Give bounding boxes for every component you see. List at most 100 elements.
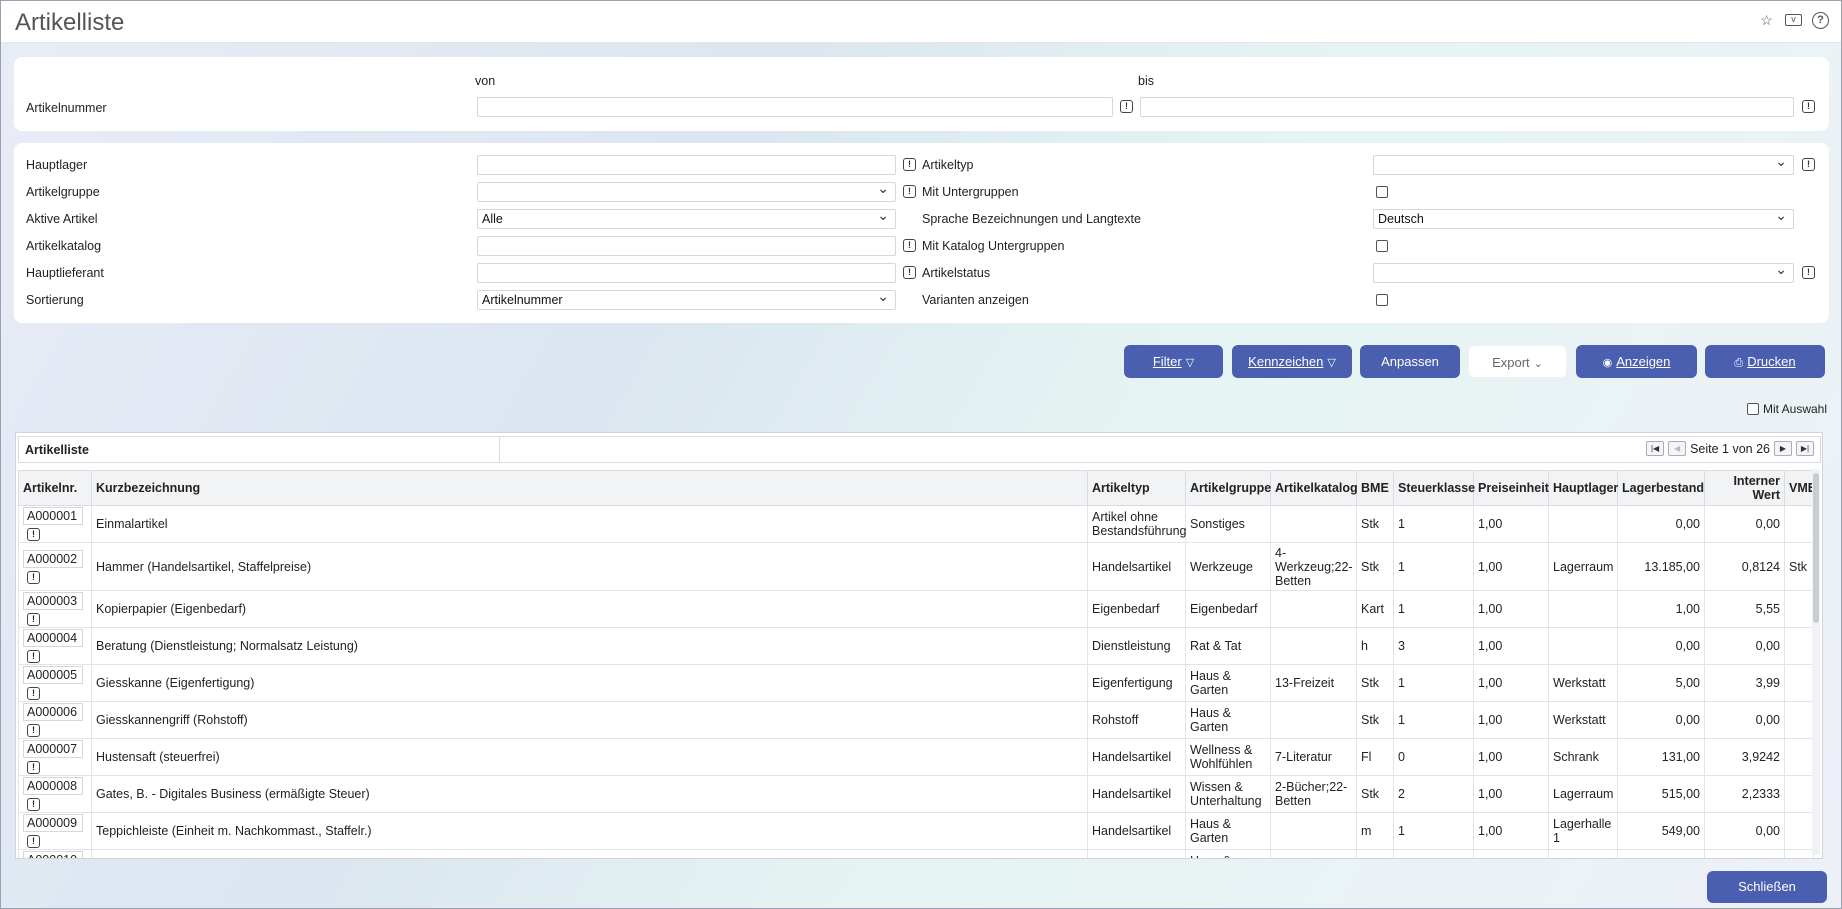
aktive-artikel-select[interactable]: Alle [477,207,896,229]
artikelnr-info-icon[interactable]: ! [27,528,40,541]
sprache-select[interactable]: Deutsch [1373,207,1794,229]
kennzeichen-button-label: Kennzeichen [1248,354,1324,369]
next-page-icon[interactable]: ▶ [1774,441,1792,456]
artikelgruppe-select[interactable] [477,180,896,202]
artikelnr-field[interactable]: A000006 [23,703,83,721]
cell-interner-wert: 0,00 [1704,505,1785,543]
last-page-icon[interactable]: ▶| [1796,441,1814,456]
artikelnr-field[interactable]: A000005 [23,666,83,684]
artikelnummer-bis-info-icon[interactable]: ! [1802,100,1815,113]
filter-button[interactable]: Filter ▽ [1124,345,1223,378]
table-row[interactable]: A000002! Hammer (Handelsartikel, Staffelp… [18,542,1814,591]
table-title: Artikelliste [25,443,89,457]
artikelstatus-info-icon[interactable]: ! [1802,266,1815,279]
col-vme[interactable]: VME [1784,470,1816,506]
pager: |◀ ◀ Seite 1 von 26 ▶ ▶| [1646,441,1814,456]
artikelkatalog-info-icon[interactable]: ! [903,239,916,252]
col-artikelkatalog[interactable]: Artikelkatalog [1270,470,1358,506]
artikelnr-info-icon[interactable]: ! [27,650,40,663]
cell-lagerbestand: 0,00 [1617,701,1705,739]
mit-katalog-untergruppen-checkbox[interactable] [1376,240,1388,252]
bis-label: bis [1138,74,1154,88]
table-row[interactable]: A000004! Beratung (Dienstleistung; Normal… [18,627,1814,665]
artikelnr-info-icon[interactable]: ! [27,761,40,774]
table-row[interactable]: A000001! Einmalartikel Artikel ohne Bestan… [18,505,1814,543]
artikelnummer-von-info-icon[interactable]: ! [1120,100,1133,113]
cell-artikelkatalog [1270,627,1357,665]
help-icon[interactable]: ? [1812,12,1829,29]
export-button[interactable]: Export ⌄ [1468,345,1567,378]
table-row[interactable]: A000010!Sperrholzplatte (Einheit zwei Na… [18,849,1814,858]
cell-vme [1784,664,1814,702]
drucken-button[interactable]: ⎙ Drucken [1705,345,1825,378]
aktive-artikel-label: Aktive Artikel [26,212,98,226]
mit-auswahl[interactable]: Mit Auswahl [1747,402,1827,416]
col-kurzbezeichnung[interactable]: Kurzbezeichnung [91,470,1088,506]
col-steuerklasse[interactable]: Steuerklasse [1393,470,1475,506]
col-interner-wert[interactable]: Interner Wert [1704,470,1785,506]
hauptlager-input[interactable] [477,155,896,175]
artikelnr-field[interactable]: A000010 [23,851,83,858]
artikeltyp-info-icon[interactable]: ! [1802,158,1815,171]
col-artikelnr[interactable]: Artikelnr. [18,470,92,506]
table-row[interactable]: A000009! Teppichleiste (Einheit m. Nachko… [18,812,1814,850]
kennzeichen-button[interactable]: Kennzeichen ▽ [1232,345,1352,378]
artikelnummer-bis-input[interactable] [1140,97,1794,117]
artikelnr-info-icon[interactable]: ! [27,613,40,626]
cell-artikelkatalog [1270,590,1357,628]
artikelnr-info-icon[interactable]: ! [27,835,40,848]
sortierung-select[interactable]: Artikelnummer [477,288,896,310]
export-button-label: Export [1492,355,1530,370]
mit-untergruppen-checkbox[interactable] [1376,186,1388,198]
artikelnr-field[interactable]: A000003 [23,592,83,610]
table-row[interactable]: A000003! Kopierpapier (Eigenbedarf) Eigenb… [18,590,1814,628]
artikelnr-field[interactable]: A000001 [23,507,83,525]
artikelgruppe-info-icon[interactable]: ! [903,185,916,198]
cell-artikelgruppe: Haus & Garten [1185,701,1271,739]
artikelnummer-von-input[interactable] [477,97,1113,117]
close-button[interactable]: Schließen [1707,871,1827,903]
artikelstatus-select[interactable] [1373,261,1794,283]
artikelnr-field[interactable]: A000008 [23,777,83,795]
mail-icon[interactable]: v [1785,14,1802,26]
hauptlieferant-input[interactable] [477,263,896,283]
table-row[interactable]: A000005! Giesskanne (Eigenfertigung) Eigen… [18,664,1814,702]
artikeltyp-select[interactable] [1373,153,1794,175]
col-lagerbestand[interactable]: Lagerbestand [1617,470,1705,506]
table-scrollbar[interactable] [1812,469,1820,855]
hauptlieferant-info-icon[interactable]: ! [903,266,916,279]
cell-lagerbestand: 131,00 [1617,738,1705,776]
varianten-anzeigen-checkbox[interactable] [1376,294,1388,306]
col-hauptlager[interactable]: Hauptlager [1548,470,1618,506]
col-artikelgruppe[interactable]: Artikelgruppe [1185,470,1271,506]
anzeigen-button[interactable]: ◉ Anzeigen [1576,345,1697,378]
first-page-icon[interactable]: |◀ [1646,441,1665,456]
mit-auswahl-checkbox[interactable] [1747,403,1759,415]
table-row[interactable]: A000006! Giesskannengriff (Rohstoff) Rohst… [18,701,1814,739]
table-scrollbar-thumb[interactable] [1813,473,1819,623]
table-row[interactable]: A000008! Gates, B. - Digitales Business (… [18,775,1814,813]
artikelnr-info-icon[interactable]: ! [27,687,40,700]
artikelnr-field[interactable]: A000007 [23,740,83,758]
star-icon[interactable]: ☆ [1758,12,1775,29]
prev-page-icon[interactable]: ◀ [1668,441,1687,456]
cell-interner-wert: 5,55 [1704,590,1785,628]
artikelnr-info-icon[interactable]: ! [27,798,40,811]
artikelnr-info-icon[interactable]: ! [27,570,40,584]
artikelkatalog-input[interactable] [477,236,896,256]
cell-vme [1784,627,1814,665]
artikelnr-field[interactable]: A000004 [23,629,83,647]
cell-hauptlager: Schrank [1548,738,1618,776]
cell-lagerbestand: 515,00 [1617,775,1705,813]
artikelnr-info-icon[interactable]: ! [27,724,40,737]
col-artikeltyp[interactable]: Artikeltyp [1087,470,1186,506]
artikelnr-field[interactable]: A000009 [23,814,83,832]
top-bar: Artikelliste ☆ v ? [1,1,1841,43]
col-bme[interactable]: BME [1356,470,1394,506]
artikelnr-field[interactable]: A000002 [23,549,83,568]
anpassen-button[interactable]: Anpassen [1360,345,1460,378]
cell-preiseinheit: 1,00 [1473,542,1549,591]
table-row[interactable]: A000007! Hustensaft (steuerfrei) Handelsar… [18,738,1814,776]
col-preiseinheit[interactable]: Preiseinheit [1473,470,1549,506]
hauptlager-info-icon[interactable]: ! [903,158,916,171]
